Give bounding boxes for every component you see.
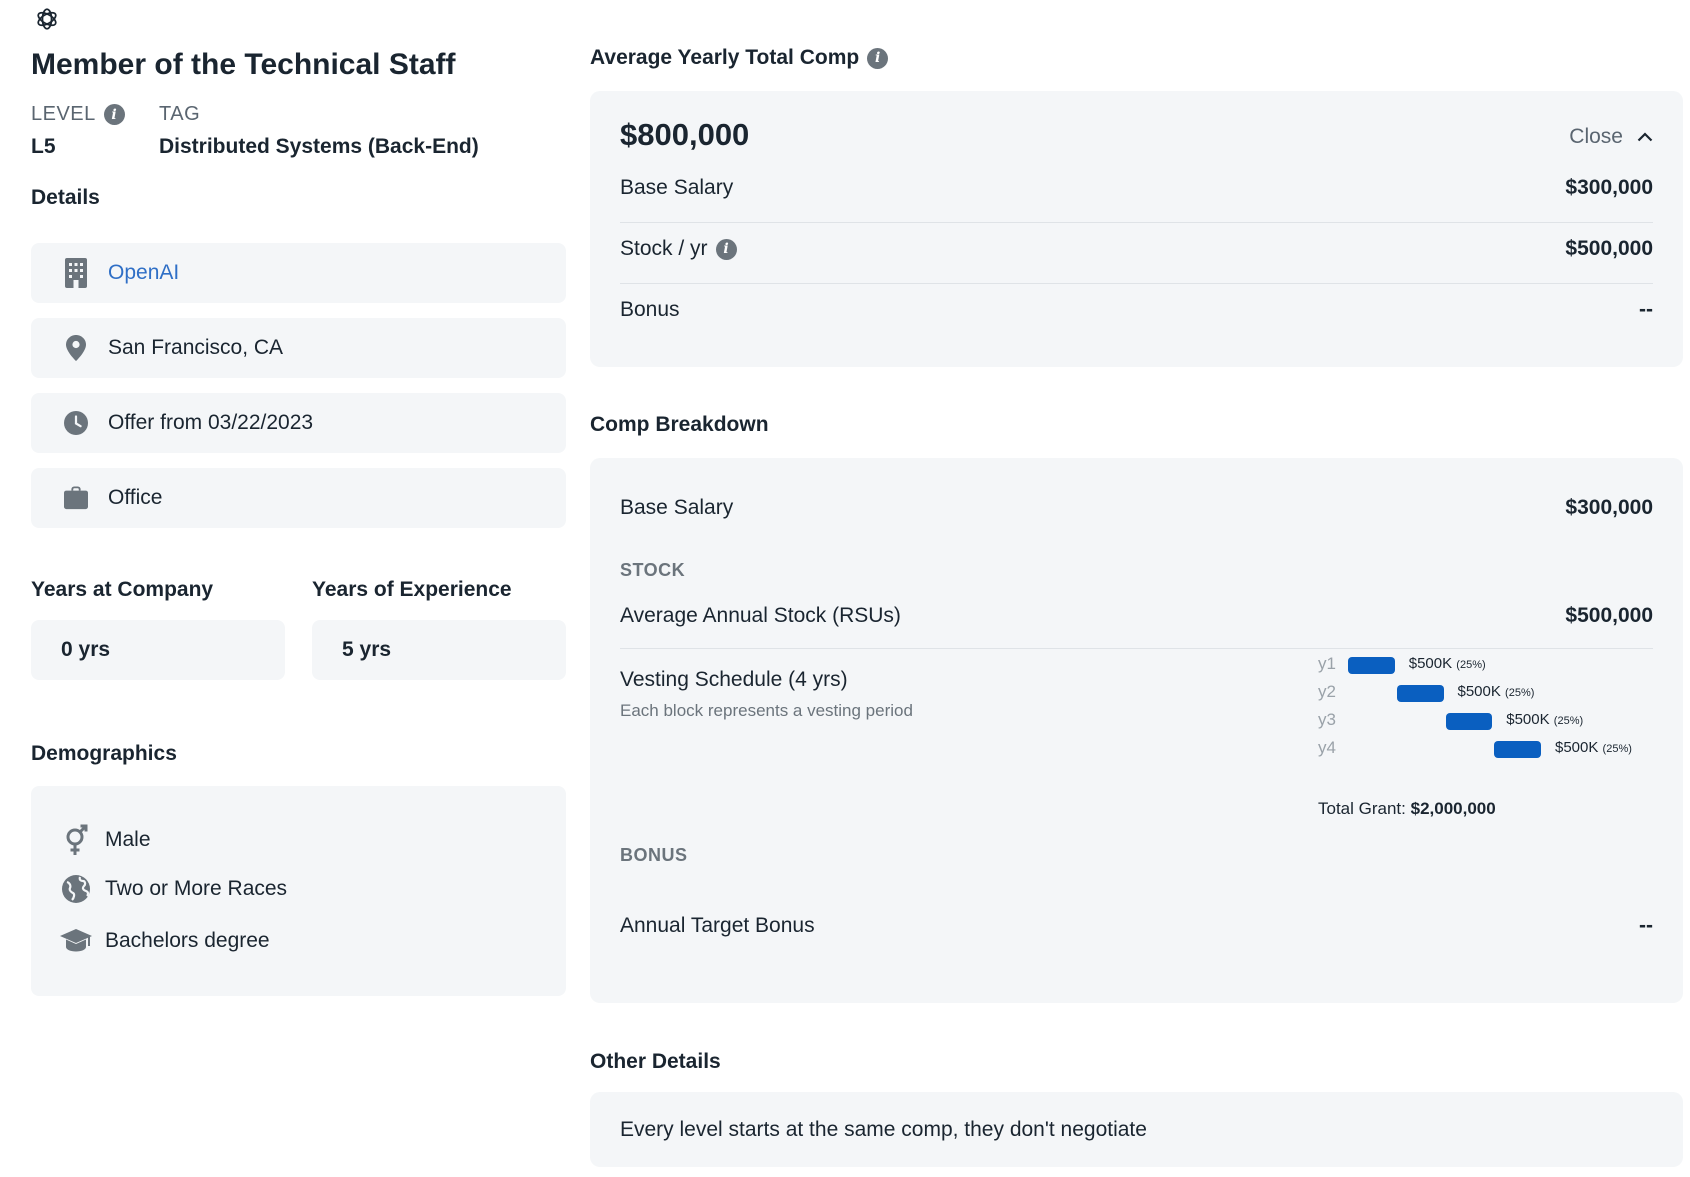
vesting-amount-percent: (25%) [1505,687,1535,699]
divider [620,648,1653,649]
gender-icon [59,824,93,856]
location-card: San Francisco, CA [31,318,566,378]
openai-logo-icon[interactable] [34,6,60,32]
vesting-amount-percent: (25%) [1602,743,1632,755]
level-label: LEVEL i [31,103,125,126]
stock-subheading: STOCK [620,560,686,580]
vesting-row: y3 $500K (25%) [1318,710,1653,732]
tag-label: TAG [159,103,201,125]
chevron-up-icon [1637,132,1653,142]
summary-base-row: Base Salary $300,000 [620,176,1653,199]
globe-icon [59,873,93,905]
years-of-experience-label: Years of Experience [312,578,512,601]
divider [620,222,1653,223]
details-heading: Details [31,186,100,209]
summary-bonus-row: Bonus -- [620,298,1653,321]
total-grant: Total Grant: $2,000,000 [1318,799,1496,818]
location-text: San Francisco, CA [108,336,284,359]
company-link[interactable]: OpenAI [108,261,179,285]
location-pin-icon [64,333,88,363]
company-card[interactable]: OpenAI [31,243,566,303]
vesting-amount: $500K (25%) [1458,683,1535,700]
race-row: Two or More Races [31,873,287,905]
bonus-subheading: BONUS [620,845,688,865]
work-arrangement-card: Office [31,468,566,528]
years-of-experience-value: 5 yrs [312,620,566,680]
summary-stock-row: Stock / yr i $500,000 [620,237,1653,260]
tag-value: Distributed Systems (Back-End) [159,135,479,158]
vesting-row: y2 $500K (25%) [1318,682,1653,704]
compensation-column: Average Yearly Total Comp i $800,000 Clo… [590,0,1683,1177]
education-text: Bachelors degree [105,929,270,952]
vesting-amount-value: $500K [1506,711,1550,728]
total-comp-card: $800,000 Close Base Salary $300,000 Stoc… [590,91,1683,367]
education-row: Bachelors degree [31,925,270,957]
vesting-year-label: y2 [1318,682,1336,701]
other-details-card: Every level starts at the same comp, the… [590,1092,1683,1167]
other-details-text: Every level starts at the same comp, the… [620,1117,1147,1141]
vesting-row: y4 $500K (25%) [1318,738,1653,760]
vesting-amount: $500K (25%) [1506,711,1583,728]
vesting-block [1348,657,1395,674]
vesting-block [1396,685,1444,702]
vesting-amount-value: $500K [1408,655,1453,672]
work-arrangement-text: Office [108,486,163,509]
level-value: L5 [31,135,56,158]
breakdown-base-row: Base Salary $300,000 [620,496,1653,519]
total-comp-value: $800,000 [620,117,750,152]
vesting-year-label: y4 [1318,738,1336,757]
breakdown-stock-row: Average Annual Stock (RSUs) $500,000 [620,604,1653,627]
stock-info-icon[interactable]: i [715,238,737,260]
vesting-block [1445,713,1493,730]
vesting-title: Vesting Schedule (4 yrs) [620,668,848,691]
gender-row: Male [31,824,151,856]
clock-icon [64,408,88,438]
other-details-heading: Other Details [590,1050,721,1073]
level-info-icon[interactable]: i [103,104,125,125]
vesting-amount-value: $500K [1457,683,1501,700]
job-title: Member of the Technical Staff [31,48,456,81]
vesting-subtitle: Each block represents a vesting period [620,701,913,720]
years-at-company-label: Years at Company [31,578,214,601]
close-button[interactable]: Close [1569,125,1653,149]
vesting-row: y1 $500K (25%) [1318,654,1653,676]
vesting-year-label: y3 [1318,710,1336,729]
vesting-amount-percent: (25%) [1553,715,1584,727]
building-icon [64,258,88,288]
comp-breakdown-card: Base Salary $300,000 STOCK Average Annua… [590,458,1683,1003]
race-text: Two or More Races [105,877,288,900]
gender-text: Male [105,828,151,851]
graduation-cap-icon [59,925,93,957]
avg-total-comp-heading: Average Yearly Total Comp i [590,46,889,70]
demographics-card: Male Two or More Races Bachelors degree [31,786,566,996]
briefcase-icon [64,483,88,513]
vesting-amount: $500K (25%) [1555,739,1632,756]
demographics-heading: Demographics [31,742,177,765]
divider [620,283,1653,284]
vesting-block [1494,741,1541,758]
comp-breakdown-heading: Comp Breakdown [590,413,769,436]
offer-date-card: Offer from 03/22/2023 [31,393,566,453]
total-comp-info-icon[interactable]: i [867,47,889,69]
offer-date-text: Offer from 03/22/2023 [108,411,314,434]
years-at-company-value: 0 yrs [31,620,285,680]
vesting-amount-percent: (25%) [1456,659,1486,671]
breakdown-bonus-row: Annual Target Bonus -- [620,914,1653,937]
vesting-amount-value: $500K [1555,739,1599,756]
vesting-amount: $500K (25%) [1409,655,1486,672]
vesting-year-label: y1 [1318,654,1336,673]
